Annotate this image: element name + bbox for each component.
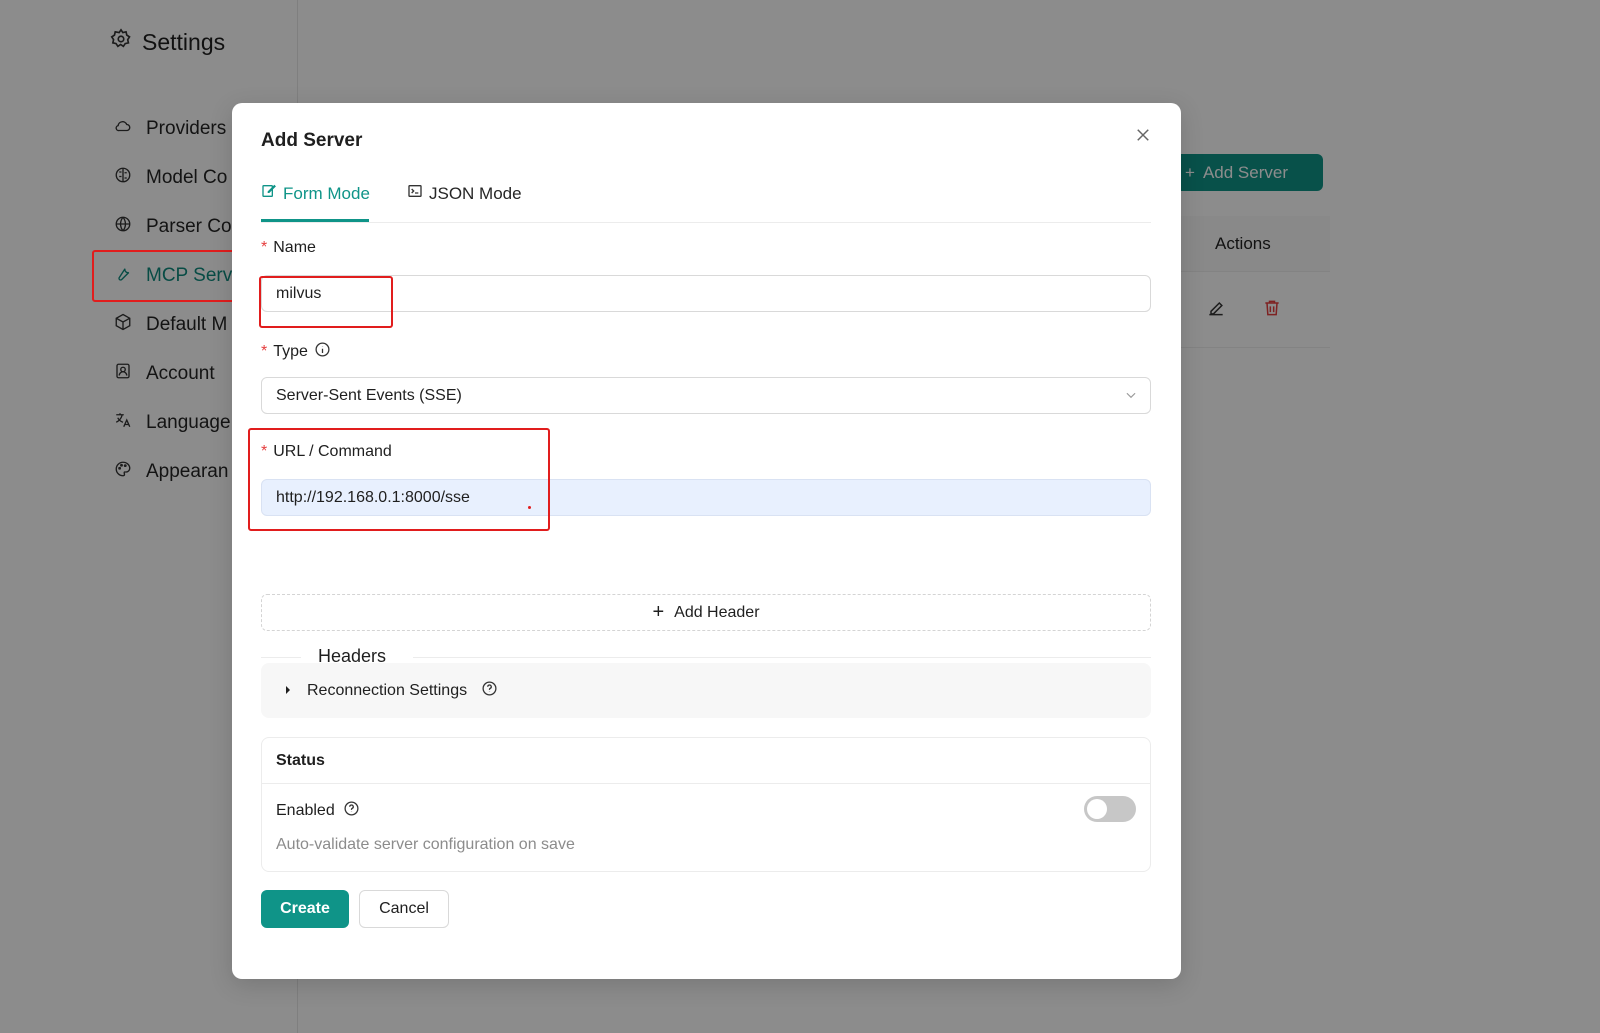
highlight-box-name	[259, 276, 393, 328]
caret-right-icon	[283, 682, 293, 700]
close-button[interactable]	[1129, 123, 1157, 151]
info-icon[interactable]	[314, 341, 331, 363]
status-help-text: Auto-validate server configuration on sa…	[276, 836, 575, 853]
chevron-down-icon	[1124, 388, 1138, 402]
status-card: Status Enabled Auto-validate server conf…	[261, 737, 1151, 872]
type-field-label: * Type	[261, 341, 331, 363]
required-marker: *	[261, 239, 268, 256]
create-button[interactable]: Create	[261, 890, 349, 928]
edit-icon	[261, 183, 277, 204]
reconnection-label: Reconnection Settings	[307, 681, 468, 699]
terminal-icon	[407, 183, 423, 204]
highlight-box-sidebar	[92, 250, 236, 302]
mode-tabs: Form Mode JSON Mode	[261, 179, 1151, 223]
red-dot-marker	[528, 506, 531, 509]
type-label-text: Type	[273, 343, 308, 360]
tab-label: Form Mode	[283, 183, 370, 203]
add-server-modal: Add Server Form Mode JSON Mode * Name mi…	[232, 103, 1181, 979]
type-select[interactable]: Server-Sent Events (SSE)	[261, 377, 1151, 414]
active-tab-indicator	[261, 219, 369, 222]
name-field-label: * Name	[261, 239, 316, 257]
tab-label: JSON Mode	[429, 183, 522, 203]
highlight-box-url	[248, 428, 550, 531]
status-title: Status	[276, 752, 325, 769]
name-label-text: Name	[273, 239, 316, 256]
name-input[interactable]: milvus	[261, 275, 1151, 312]
toggle-knob	[1087, 799, 1107, 819]
help-icon[interactable]	[343, 800, 360, 822]
plus-icon: +	[652, 601, 665, 623]
required-marker: *	[261, 343, 268, 360]
divider-line	[261, 657, 301, 658]
divider-line	[413, 657, 1151, 658]
modal-title: Add Server	[261, 130, 363, 151]
enabled-toggle[interactable]	[1084, 796, 1136, 822]
help-icon[interactable]	[481, 680, 498, 702]
close-icon	[1134, 126, 1152, 149]
tab-form-mode[interactable]: Form Mode	[261, 183, 370, 204]
tab-json-mode[interactable]: JSON Mode	[407, 183, 522, 204]
cancel-button[interactable]: Cancel	[359, 890, 449, 928]
add-header-button[interactable]: + Add Header	[261, 594, 1151, 631]
status-divider	[262, 783, 1150, 784]
add-header-label: Add Header	[674, 603, 760, 621]
reconnection-settings-collapse[interactable]: Reconnection Settings	[261, 663, 1151, 718]
type-select-value: Server-Sent Events (SSE)	[276, 386, 462, 404]
enabled-label-text: Enabled	[276, 802, 335, 819]
enabled-label: Enabled	[276, 800, 360, 822]
